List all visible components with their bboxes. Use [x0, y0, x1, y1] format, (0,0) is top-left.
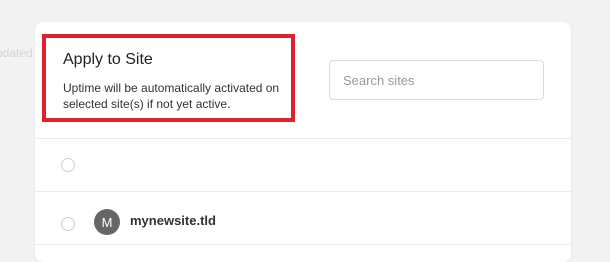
modal-description: Uptime will be automatically activated o… [63, 81, 280, 111]
site-name: mynewsite.tld [130, 213, 216, 228]
select-all-checkbox[interactable] [61, 158, 75, 172]
modal-header: Apply to Site Uptime will be automatical… [35, 22, 571, 139]
background-updated-text: pdated [0, 46, 33, 60]
site-checkbox[interactable] [61, 217, 75, 231]
search-sites-input[interactable] [329, 60, 544, 100]
apply-to-site-modal: Apply to Site Uptime will be automatical… [35, 22, 571, 262]
site-row-select-all[interactable] [35, 139, 571, 192]
site-avatar: M [94, 209, 120, 235]
site-row[interactable]: M mynewsite.tld [35, 192, 571, 245]
modal-title: Apply to Site [63, 51, 153, 68]
